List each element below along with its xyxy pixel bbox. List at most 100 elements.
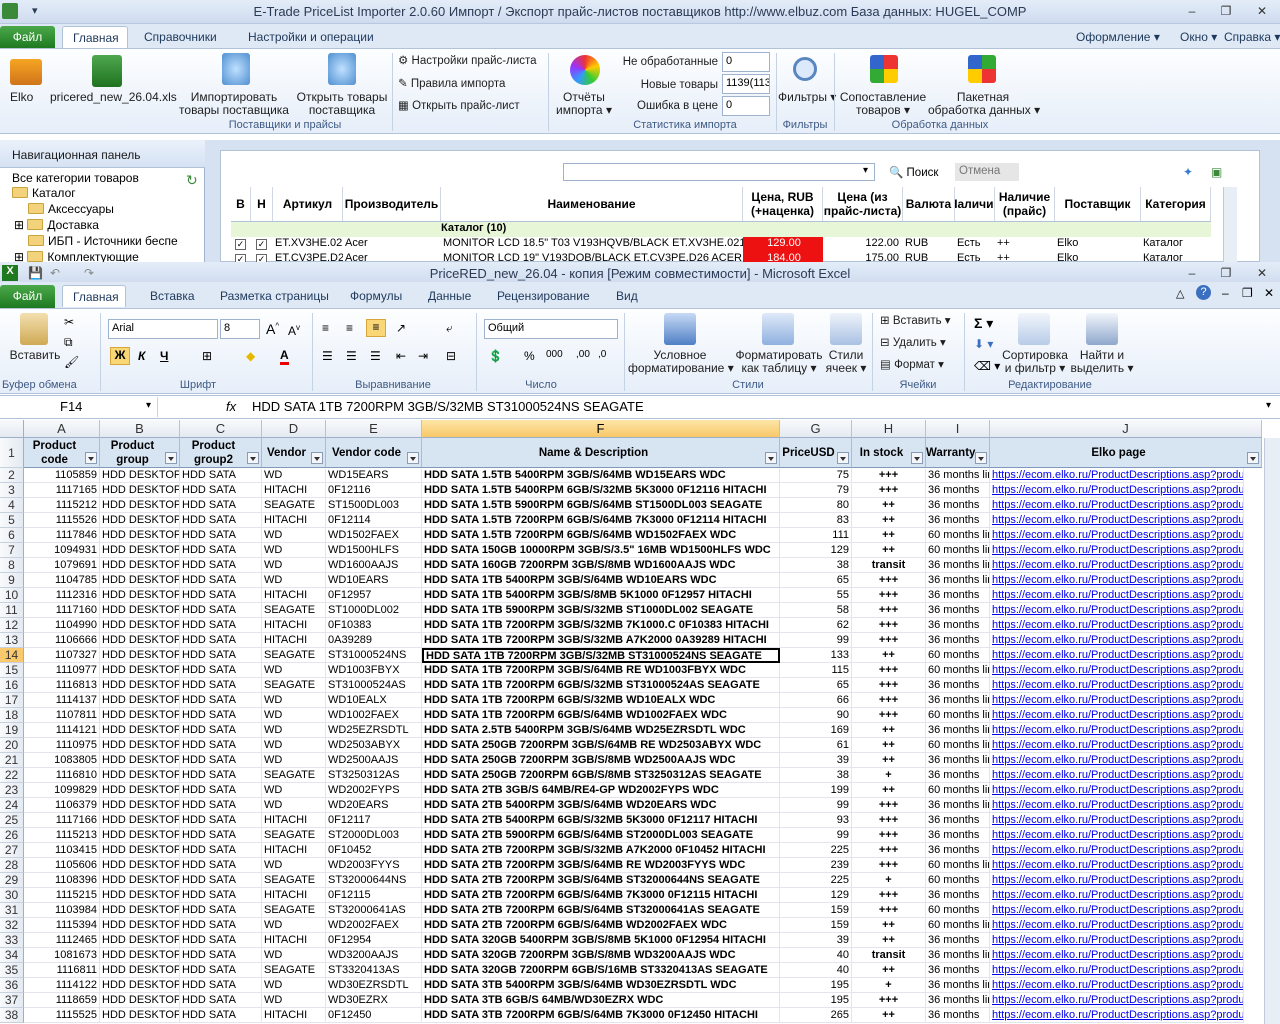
cell-in-stock[interactable]: ++ <box>852 753 926 768</box>
reports-button[interactable]: Отчёты импорта ▾ <box>554 91 614 117</box>
cell-vendor[interactable]: HITACHI <box>262 483 326 498</box>
cell-warranty[interactable]: 60 months lim <box>926 528 990 543</box>
format-painter-icon[interactable]: 🖌 <box>64 355 79 369</box>
cell-product-group2[interactable]: HDD SATA <box>180 813 262 828</box>
cell-name-description[interactable]: HDD SATA 2.5TB 5400RPM 3GB/S/64MB WD25EZ… <box>422 723 780 738</box>
row-header[interactable]: 7 <box>0 543 24 558</box>
cell-product-group[interactable]: HDD DESKTOP <box>100 843 180 858</box>
cell-product-code[interactable]: 1115525 <box>24 1008 100 1023</box>
row-header[interactable]: 14 <box>0 648 24 663</box>
cell-product-code[interactable]: 1106666 <box>24 633 100 648</box>
cell-product-group[interactable]: HDD DESKTOP <box>100 933 180 948</box>
align-left-icon[interactable]: ☰ <box>322 349 333 363</box>
cell-product-group2[interactable]: HDD SATA <box>180 738 262 753</box>
elko-page-link[interactable]: https://ecom.elko.ru/ProductDescriptions… <box>990 993 1244 1008</box>
cell-in-stock[interactable]: ++ <box>852 783 926 798</box>
cell-product-group2[interactable]: HDD SATA <box>180 543 262 558</box>
row-header[interactable]: 28 <box>0 858 24 873</box>
tab-home[interactable]: Главная <box>62 26 128 48</box>
align-right-icon[interactable]: ☰ <box>370 349 381 363</box>
cell-product-group2[interactable]: HDD SATA <box>180 603 262 618</box>
table-header-name-description[interactable]: Name & Description <box>422 438 780 468</box>
cell-vendor-code[interactable]: 0F12115 <box>326 888 422 903</box>
cell-vendor[interactable]: WD <box>262 858 326 873</box>
import-goods-button[interactable]: Импортировать товары поставщика <box>178 91 290 117</box>
cell-product-code[interactable]: 1104990 <box>24 618 100 633</box>
cell-vendor-code[interactable]: WD2500AAJS <box>326 753 422 768</box>
row-header[interactable]: 16 <box>0 678 24 693</box>
elko-page-link[interactable]: https://ecom.elko.ru/ProductDescriptions… <box>990 678 1244 693</box>
cell-product-group[interactable]: HDD DESKTOP <box>100 663 180 678</box>
close-icon[interactable]: ✕ <box>1250 3 1274 19</box>
cell-price-usd[interactable]: 65 <box>780 573 852 588</box>
cell-warranty[interactable]: 60 months <box>926 903 990 918</box>
row-header[interactable]: 15 <box>0 663 24 678</box>
cell-product-group2[interactable]: HDD SATA <box>180 1008 262 1023</box>
excel-file-tab[interactable]: Файл <box>0 285 55 308</box>
name-box[interactable]: F14 <box>0 397 158 417</box>
elko-page-link[interactable]: https://ecom.elko.ru/ProductDescriptions… <box>990 813 1244 828</box>
excel-file-icon[interactable] <box>92 55 122 87</box>
column-header-g[interactable]: G <box>780 420 852 438</box>
cell-name-description[interactable]: HDD SATA 1.5TB 5400RPM 6GB/S/32MB 5K3000… <box>422 483 780 498</box>
import-rules-button[interactable]: ✎ Правила импорта <box>398 78 505 91</box>
cell-price-usd[interactable]: 195 <box>780 993 852 1008</box>
rubik-cube-icon[interactable] <box>870 55 898 83</box>
cell-warranty[interactable]: 36 months <box>926 813 990 828</box>
row-header[interactable]: 19 <box>0 723 24 738</box>
elko-page-link[interactable]: https://ecom.elko.ru/ProductDescriptions… <box>990 498 1244 513</box>
cell-price-usd[interactable]: 38 <box>780 768 852 783</box>
number-format-field[interactable]: Общий <box>484 319 618 339</box>
cell-product-group[interactable]: HDD DESKTOP <box>100 498 180 513</box>
restore-icon[interactable]: ❐ <box>1242 286 1253 300</box>
cell-vendor-code[interactable]: WD3200AAJS <box>326 948 422 963</box>
row-header[interactable]: 23 <box>0 783 24 798</box>
cell-product-code[interactable]: 1117165 <box>24 483 100 498</box>
restore-icon[interactable]: ❐ <box>1214 265 1238 281</box>
open-goods-button[interactable]: Открыть товары поставщика <box>294 91 390 117</box>
pie-chart-icon[interactable] <box>570 55 600 85</box>
cell-vendor[interactable]: HITACHI <box>262 588 326 603</box>
cell-product-group[interactable]: HDD DESKTOP <box>100 813 180 828</box>
row-header[interactable]: 21 <box>0 753 24 768</box>
cell-in-stock[interactable]: +++ <box>852 633 926 648</box>
excel-tab-0[interactable]: Главная <box>62 285 126 307</box>
cell-product-code[interactable]: 1081673 <box>24 948 100 963</box>
row-header[interactable]: 1 <box>0 438 24 468</box>
sort-filter-icon[interactable] <box>1018 313 1050 345</box>
pricelist-settings-button[interactable]: ⚙ Настройки прайс-листа <box>398 55 537 68</box>
cell-name-description[interactable]: HDD SATA 150GB 10000RPM 3GB/S/3.5" 16MB … <box>422 543 780 558</box>
cell-warranty[interactable]: 36 months lim <box>926 948 990 963</box>
cell-in-stock[interactable]: + <box>852 768 926 783</box>
row-header[interactable]: 8 <box>0 558 24 573</box>
cell-vendor[interactable]: WD <box>262 723 326 738</box>
cell-warranty[interactable]: 36 months <box>926 588 990 603</box>
row-header[interactable]: 37 <box>0 993 24 1008</box>
row-header[interactable]: 33 <box>0 933 24 948</box>
cell-price-usd[interactable]: 115 <box>780 663 852 678</box>
cell-vendor-code[interactable]: ST1000DL002 <box>326 603 422 618</box>
cell-price-usd[interactable]: 225 <box>780 873 852 888</box>
cell-product-group2[interactable]: HDD SATA <box>180 558 262 573</box>
fill-icon[interactable]: ⬇ ▾ <box>974 337 993 351</box>
excel-tab-4[interactable]: Данные <box>418 285 481 307</box>
nav-item-all[interactable]: Все категории товаров <box>12 171 139 185</box>
cell-vendor[interactable]: HITACHI <box>262 888 326 903</box>
cell-warranty[interactable]: 60 months lim <box>926 738 990 753</box>
cell-vendor[interactable]: SEAGATE <box>262 648 326 663</box>
decrease-indent-icon[interactable]: ⇤ <box>396 349 406 363</box>
row-checkbox-v[interactable]: ✓ <box>235 239 246 250</box>
cell-in-stock[interactable]: +++ <box>852 798 926 813</box>
cell-product-group[interactable]: HDD DESKTOP <box>100 963 180 978</box>
cell-product-group2[interactable]: HDD SATA <box>180 993 262 1008</box>
nav-item-delivery[interactable]: ⊞ Доставка <box>14 218 99 232</box>
cell-in-stock[interactable]: +++ <box>852 993 926 1008</box>
cell-product-group2[interactable]: HDD SATA <box>180 663 262 678</box>
cell-in-stock[interactable]: ++ <box>852 543 926 558</box>
col-supplier[interactable]: Поставщик <box>1055 187 1141 221</box>
group-row[interactable]: Каталог (10) <box>231 222 1211 237</box>
cell-in-stock[interactable]: ++ <box>852 723 926 738</box>
cell-product-group2[interactable]: HDD SATA <box>180 978 262 993</box>
cell-warranty[interactable]: 36 months lim <box>926 573 990 588</box>
cell-in-stock[interactable]: ++ <box>852 963 926 978</box>
